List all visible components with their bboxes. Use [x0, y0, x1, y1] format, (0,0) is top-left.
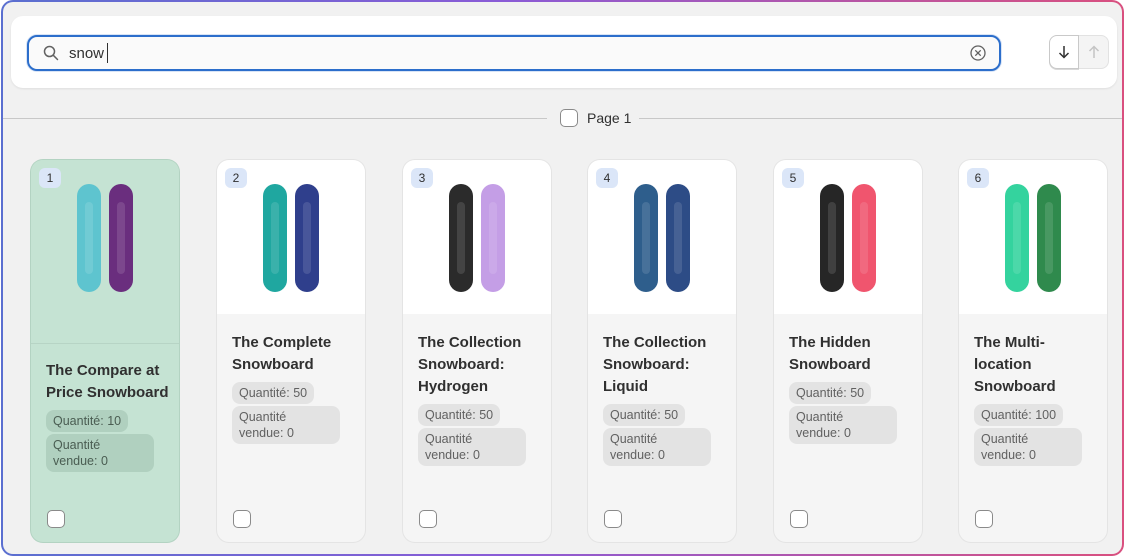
app-frame: Page 1 1 The Compare at Price Snowboard … — [1, 0, 1124, 556]
product-select-checkbox[interactable] — [47, 510, 65, 528]
snowboard-image — [449, 184, 505, 292]
product-index-badge: 6 — [967, 168, 989, 188]
product-card[interactable]: 5 The Hidden Snowboard Quantité: 50 Quan… — [774, 160, 922, 542]
text-caret — [107, 43, 108, 63]
product-card[interactable]: 4 The Collection Snowboard: Liquid Quant… — [588, 160, 736, 542]
product-title: The Compare at Price Snowboard — [46, 362, 169, 401]
product-index-badge: 4 — [596, 168, 618, 188]
quantity-badge: Quantité: 50 — [789, 382, 872, 404]
quantity-badge: Quantité: 50 — [418, 404, 501, 426]
snowboard-image — [1005, 184, 1061, 292]
product-select-checkbox[interactable] — [975, 510, 993, 528]
product-card[interactable]: 2 The Complete Snowboard Quantité: 50 Qu… — [217, 160, 365, 542]
product-title: The Multi-location Snowboard — [974, 334, 1056, 395]
sold-quantity-badge: Quantité vendue: 0 — [232, 406, 340, 444]
product-info: The Collection Snowboard: Hydrogen Quant… — [418, 332, 543, 466]
sort-descending-button[interactable] — [1049, 35, 1079, 69]
product-info: The Complete Snowboard Quantité: 50 Quan… — [232, 332, 357, 444]
quantity-badge: Quantité: 50 — [603, 404, 686, 426]
product-select-checkbox[interactable] — [604, 510, 622, 528]
product-title: The Collection Snowboard: Liquid — [603, 334, 707, 395]
quantity-badge: Quantité: 100 — [974, 404, 1064, 426]
sold-quantity-badge: Quantité vendue: 0 — [789, 406, 897, 444]
sort-button-group — [1049, 35, 1109, 69]
snowboard-image — [263, 184, 319, 292]
page-header: Page 1 — [560, 108, 631, 128]
product-info: The Multi-location Snowboard Quantité: 1… — [974, 332, 1099, 466]
divider-line-right — [639, 118, 1122, 119]
product-title: The Collection Snowboard: Hydrogen — [418, 334, 522, 395]
product-info: The Hidden Snowboard Quantité: 50 Quanti… — [789, 332, 914, 444]
product-card[interactable]: 6 The Multi-location Snowboard Quantité:… — [959, 160, 1107, 542]
product-title: The Complete Snowboard — [232, 334, 332, 373]
sort-ascending-button[interactable] — [1079, 35, 1109, 69]
product-select-checkbox[interactable] — [790, 510, 808, 528]
product-select-checkbox[interactable] — [419, 510, 437, 528]
page-label: Page 1 — [587, 110, 632, 126]
snowboard-image — [77, 184, 133, 292]
page-select-checkbox[interactable] — [560, 109, 578, 127]
sold-quantity-badge: Quantité vendue: 0 — [418, 428, 526, 466]
search-icon — [43, 45, 59, 61]
arrow-up-icon — [1088, 45, 1099, 58]
product-card[interactable]: 1 The Compare at Price Snowboard Quantit… — [31, 160, 179, 542]
product-index-badge: 2 — [225, 168, 247, 188]
product-index-badge: 3 — [411, 168, 433, 188]
product-info: The Collection Snowboard: Liquid Quantit… — [603, 332, 728, 466]
sold-quantity-badge: Quantité vendue: 0 — [974, 428, 1082, 466]
product-index-badge: 5 — [782, 168, 804, 188]
divider-line-left — [3, 118, 547, 119]
product-index-badge: 1 — [39, 168, 61, 188]
clear-search-icon[interactable] — [969, 44, 987, 62]
sold-quantity-badge: Quantité vendue: 0 — [46, 434, 154, 472]
quantity-badge: Quantité: 10 — [46, 410, 129, 432]
quantity-badge: Quantité: 50 — [232, 382, 315, 404]
search-field[interactable] — [27, 35, 1001, 71]
product-info: The Compare at Price Snowboard Quantité:… — [46, 360, 171, 472]
arrow-down-icon — [1058, 46, 1070, 59]
product-card[interactable]: 3 The Collection Snowboard: Hydrogen Qua… — [403, 160, 551, 542]
sold-quantity-badge: Quantité vendue: 0 — [603, 428, 711, 466]
product-select-checkbox[interactable] — [233, 510, 251, 528]
search-input[interactable] — [69, 43, 949, 63]
search-bar-card — [11, 16, 1117, 88]
product-title: The Hidden Snowboard — [789, 334, 871, 373]
snowboard-image — [820, 184, 876, 292]
snowboard-image — [634, 184, 690, 292]
